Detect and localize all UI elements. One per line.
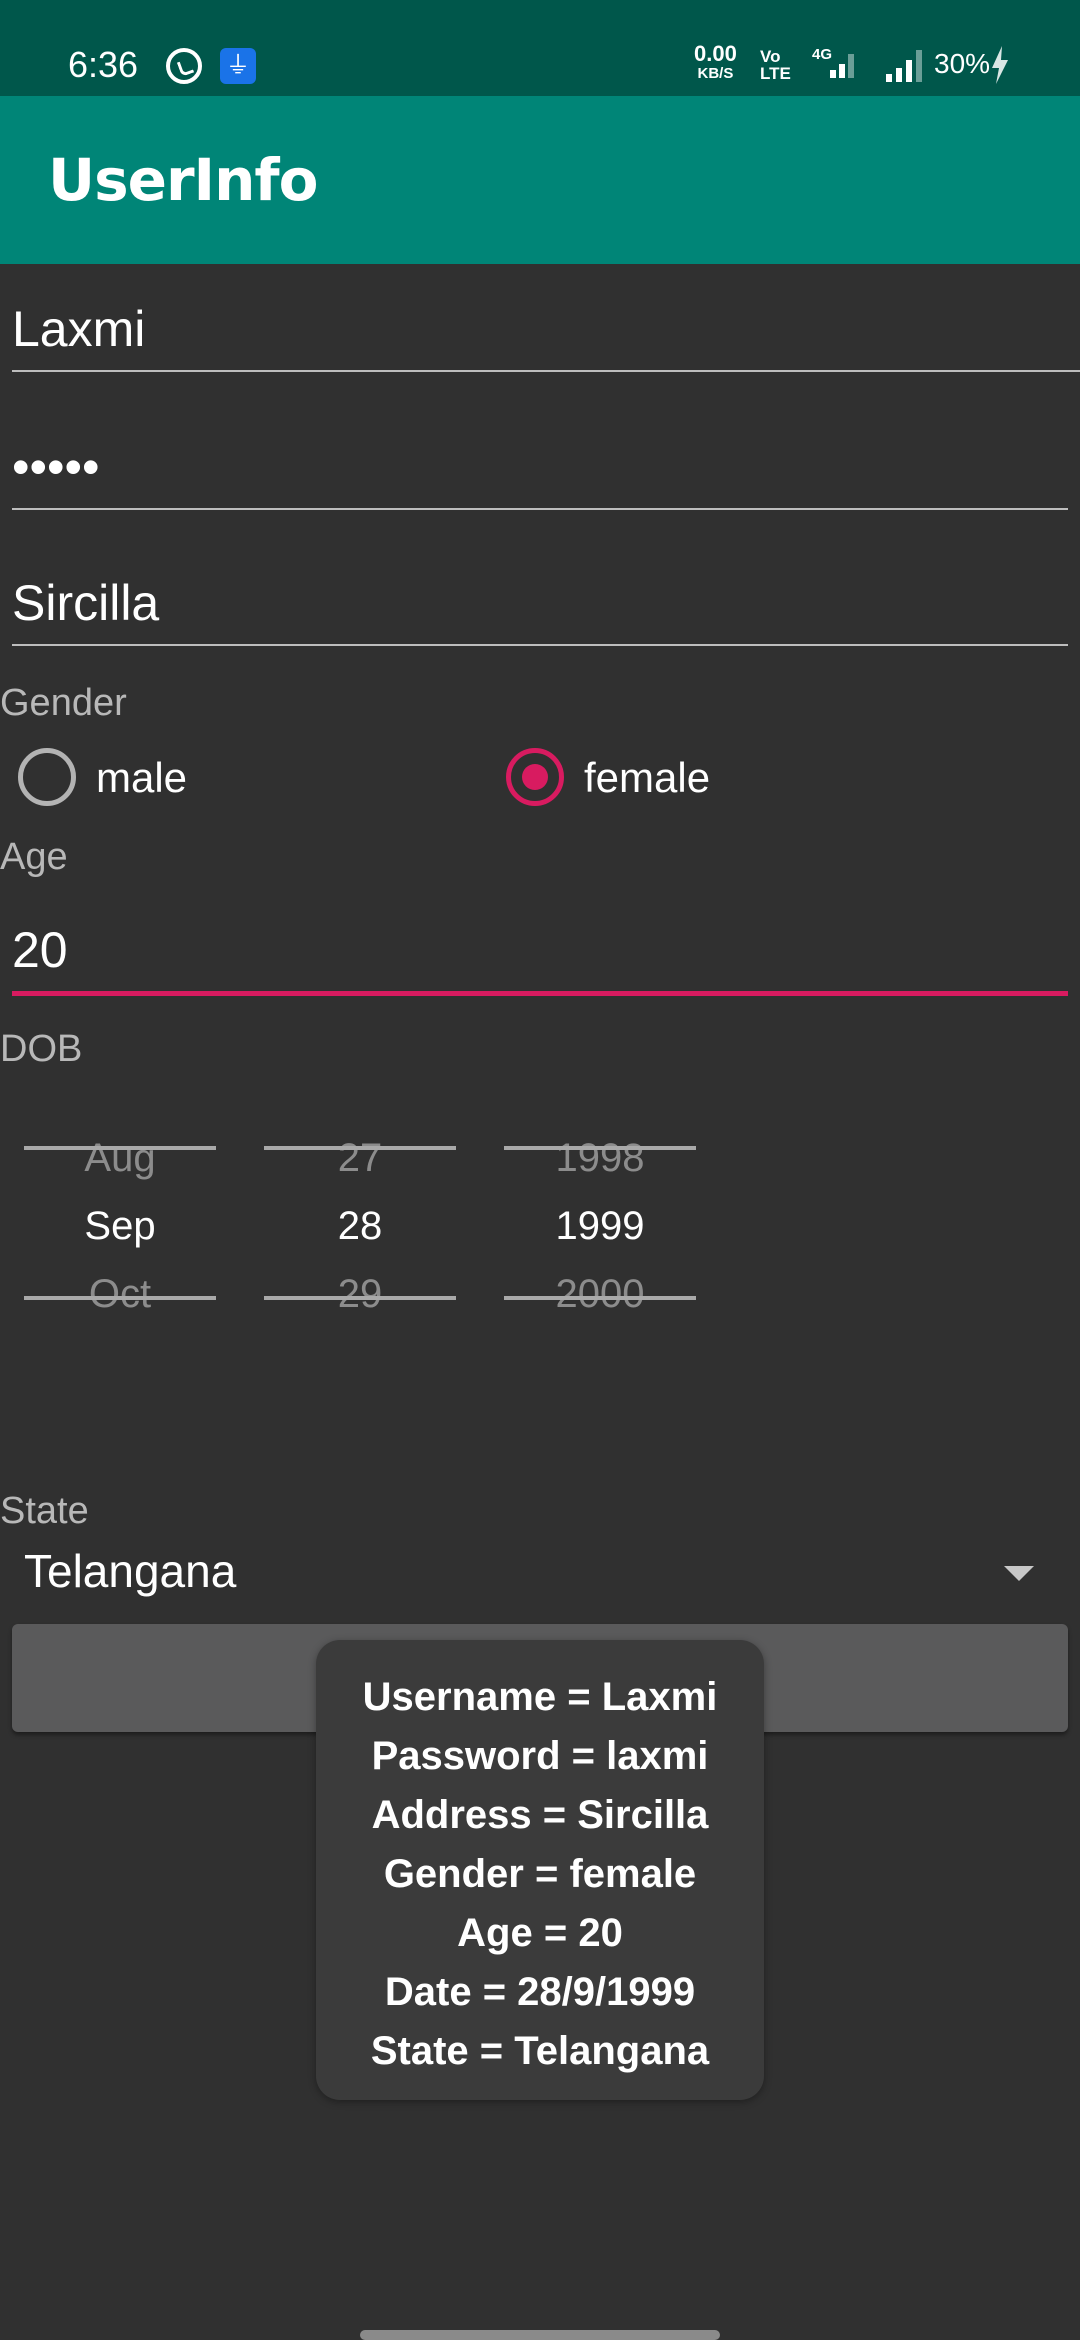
- status-bar: 6:36 ⏚ 0.00 KB/S Vo LTE 4G 30%: [0, 0, 1080, 96]
- state-spinner[interactable]: Telangana: [24, 1538, 1034, 1608]
- gender-radio-label: female: [584, 754, 711, 801]
- gender-radio-label: male: [96, 754, 188, 801]
- age-label: Age: [0, 836, 68, 878]
- address-value: Sircilla: [12, 575, 160, 631]
- picker-prev-value[interactable]: Aug: [24, 1136, 216, 1181]
- gender-radio-female[interactable]: female: [506, 744, 766, 814]
- volte-indicator: Vo LTE: [760, 48, 791, 82]
- state-value: Telangana: [24, 1545, 237, 1597]
- picker-current-value: 1999: [555, 1204, 645, 1248]
- address-input[interactable]: Sircilla: [12, 556, 1068, 646]
- network-speed: 0.00 KB/S: [694, 41, 737, 84]
- network-type-label: 4G: [812, 46, 833, 63]
- gender-radio-male[interactable]: male: [18, 744, 278, 814]
- whatsapp-icon: [166, 48, 202, 84]
- dob-label: DOB: [0, 1028, 83, 1070]
- charging-icon: [992, 46, 1008, 84]
- screen: 6:36 ⏚ 0.00 KB/S Vo LTE 4G 30% UserInfo …: [0, 0, 1080, 2340]
- picker-prev-value[interactable]: 27: [264, 1136, 456, 1181]
- radio-checked-icon: [506, 748, 564, 806]
- signal-bar: [830, 70, 836, 78]
- picker-divider: [264, 1296, 456, 1300]
- battery-level: 30%: [934, 48, 991, 79]
- picker-next-value[interactable]: 2000: [504, 1272, 696, 1317]
- signal-bar: [896, 68, 902, 82]
- month-picker[interactable]: Aug Sep Oct: [24, 1120, 216, 1340]
- picker-divider: [264, 1146, 456, 1150]
- picker-prev-value[interactable]: 1998: [504, 1136, 696, 1181]
- radio-unchecked-icon: [18, 748, 76, 806]
- signal-icon: [880, 46, 926, 86]
- toast-message: Username = Laxmi Password = laxmi Addres…: [316, 1640, 764, 2100]
- dropdown-arrow-icon: [1004, 1566, 1034, 1581]
- signal-bar: [916, 50, 922, 82]
- usb-icon: ⏚: [220, 48, 256, 84]
- picker-current-value: Sep: [84, 1204, 156, 1248]
- network-speed-unit: KB/S: [697, 65, 734, 82]
- toast-line-gender: Gender = female: [383, 1852, 697, 1896]
- signal-bar: [839, 64, 845, 78]
- state-label: State: [0, 1490, 89, 1532]
- picker-divider: [504, 1296, 696, 1300]
- toast-line-date: Date = 28/9/1999: [384, 1970, 696, 2014]
- status-time: 6:36: [68, 44, 139, 85]
- picker-divider: [24, 1296, 216, 1300]
- picker-next-value[interactable]: Oct: [24, 1272, 216, 1317]
- username-value: Laxmi: [12, 301, 146, 357]
- app-title: UserInfo: [48, 146, 319, 214]
- signal-bar: [906, 60, 912, 82]
- year-picker[interactable]: 1998 1999 2000: [504, 1120, 696, 1340]
- app-bar: UserInfo: [0, 96, 1080, 264]
- volte-sub-label: LTE: [760, 64, 791, 83]
- username-input[interactable]: Laxmi: [12, 282, 1080, 372]
- password-input[interactable]: •••••: [12, 420, 1068, 510]
- signal-bar: [848, 54, 854, 78]
- toast-line-password: Password = laxmi: [371, 1734, 709, 1778]
- network-4g-icon: 4G: [812, 46, 860, 82]
- password-value: •••••: [12, 439, 100, 495]
- home-indicator[interactable]: [360, 2330, 720, 2340]
- network-speed-value: 0.00: [694, 41, 737, 66]
- signal-bar: [886, 74, 892, 82]
- toast-line-age: Age = 20: [457, 1911, 623, 1955]
- age-input[interactable]: 20: [12, 906, 1068, 996]
- picker-next-value[interactable]: 29: [264, 1272, 456, 1317]
- day-picker[interactable]: 27 28 29: [264, 1120, 456, 1340]
- toast-line-address: Address = Sircilla: [371, 1793, 709, 1837]
- radio-dot: [522, 764, 548, 790]
- toast-line-state: State = Telangana: [370, 2029, 710, 2073]
- picker-current-value: 28: [337, 1204, 383, 1248]
- picker-divider: [504, 1146, 696, 1150]
- age-value: 20: [12, 922, 68, 978]
- picker-divider: [24, 1146, 216, 1150]
- toast-line-username: Username = Laxmi: [362, 1675, 718, 1719]
- gender-label: Gender: [0, 682, 127, 724]
